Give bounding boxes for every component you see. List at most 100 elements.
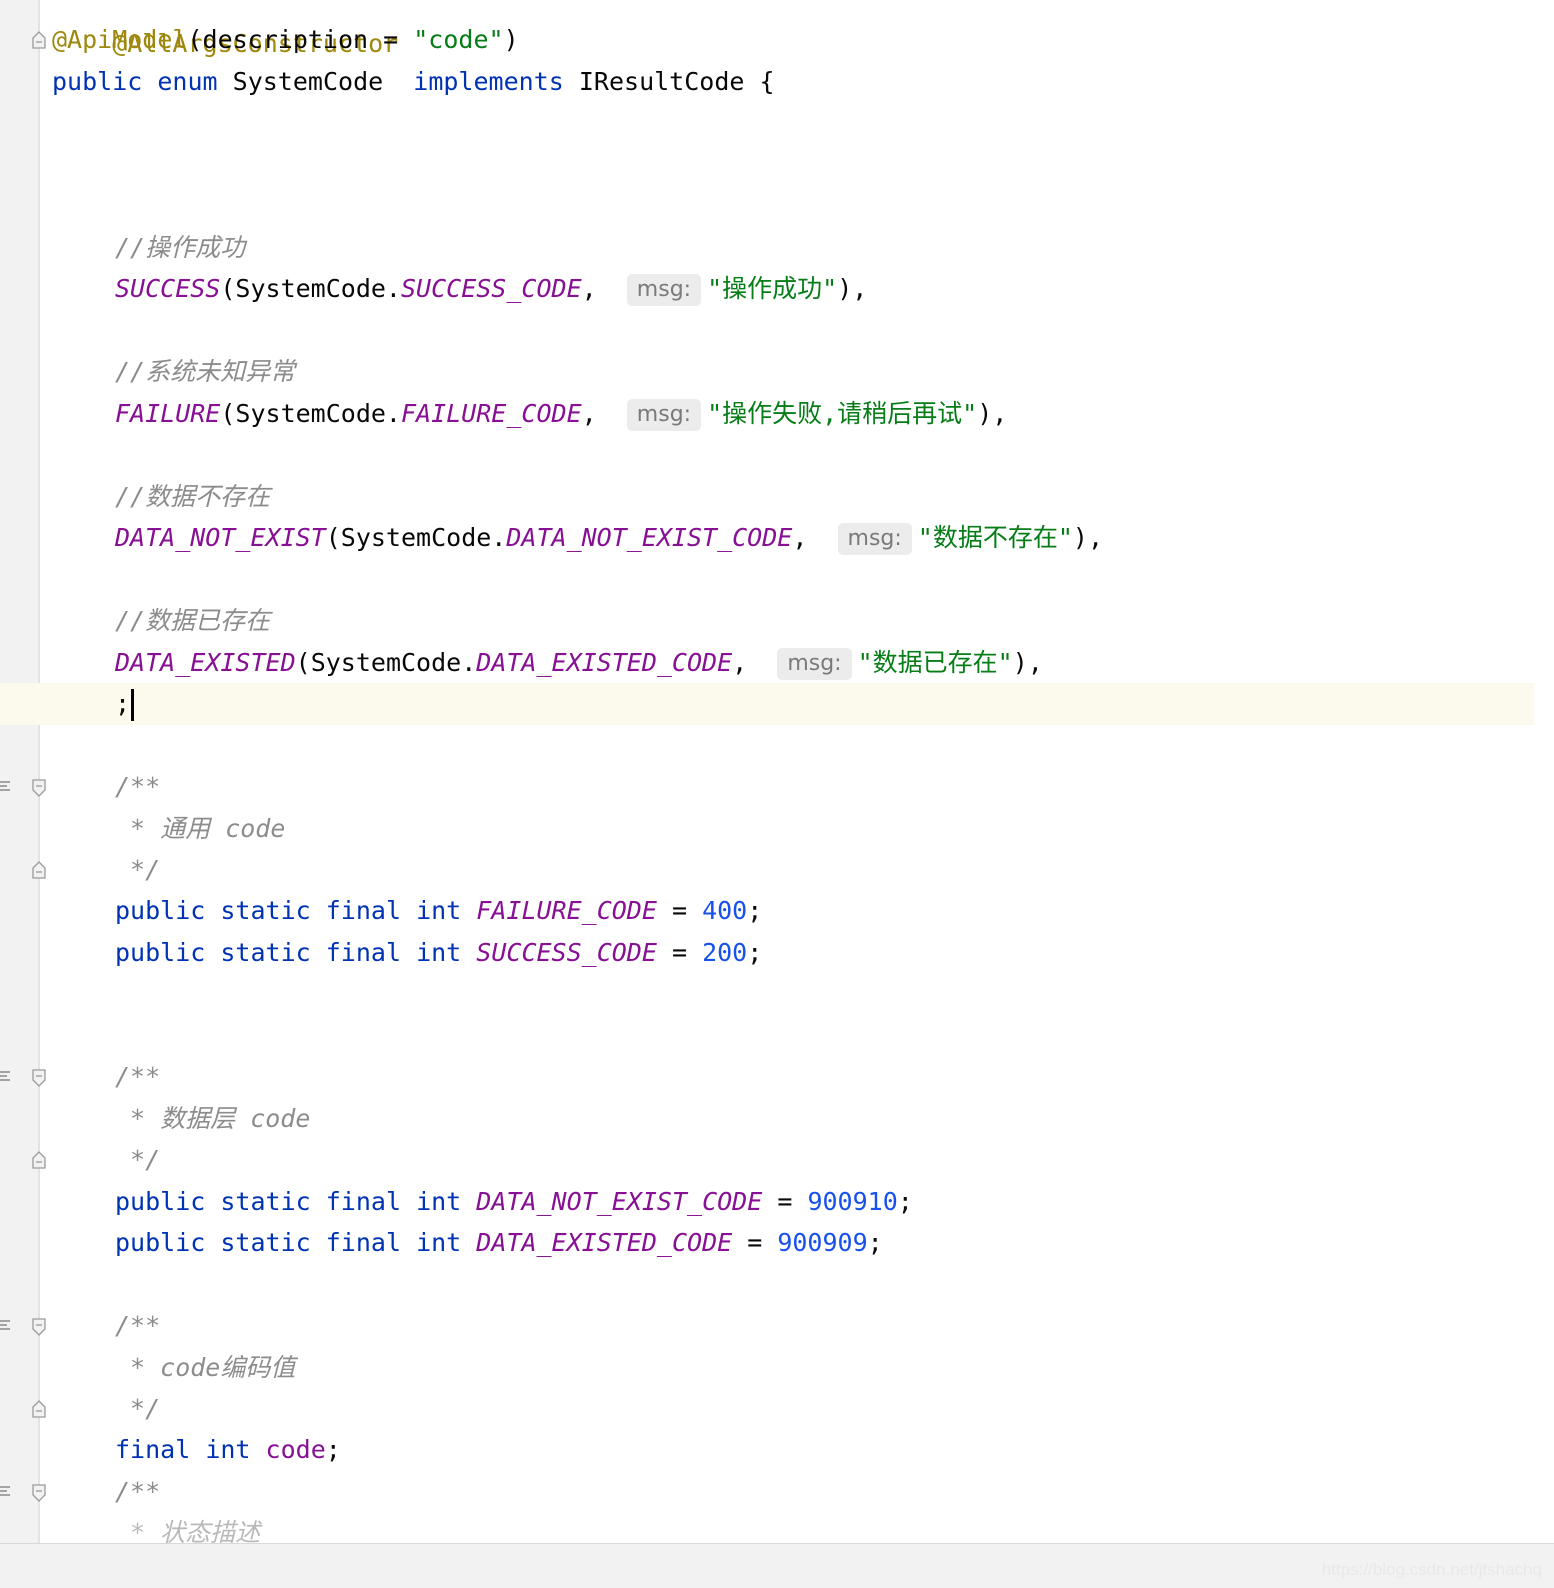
code-line-field: public static final int FAILURE_CODE = 4…: [115, 890, 762, 932]
enum-constant-name: DATA_NOT_EXIST: [115, 523, 326, 552]
doc-comment-close: */: [115, 1139, 160, 1181]
fold-start-icon[interactable]: [31, 1069, 47, 1087]
code-line-enum-terminator: ;: [115, 683, 135, 725]
code-line-enum-constant: DATA_EXISTED(SystemCode.DATA_EXISTED_COD…: [115, 642, 1043, 684]
keyword-final: final: [325, 896, 402, 925]
equals: =: [762, 1187, 808, 1216]
open-brace: {: [759, 67, 775, 96]
line-comment: //数据已存在: [115, 606, 271, 635]
keyword-int: int: [205, 1435, 251, 1464]
class-reference: SystemCode.: [235, 274, 401, 303]
code-line-comment: //系统未知异常: [115, 351, 295, 393]
enum-constant-name: DATA_EXISTED: [115, 648, 296, 677]
doc-comment-text: * 通用 code: [115, 808, 285, 850]
semicolon: ;: [867, 1228, 883, 1257]
code-reference: DATA_EXISTED_CODE: [476, 648, 733, 677]
text-caret: [131, 689, 135, 721]
doc-comment-text: * code编码值: [115, 1347, 295, 1389]
semicolon: ;: [747, 896, 763, 925]
keyword-int: int: [416, 938, 462, 967]
keyword-final: final: [325, 1228, 402, 1257]
code-line-enum-constant: FAILURE(SystemCode.FAILURE_CODE, msg: "操作…: [115, 393, 1007, 435]
keyword-int: int: [416, 1187, 462, 1216]
class-reference: SystemCode.: [235, 399, 401, 428]
field-name: DATA_NOT_EXIST_CODE: [476, 1187, 763, 1216]
code-reference: FAILURE_CODE: [401, 399, 582, 428]
keyword-static: static: [220, 938, 311, 967]
msg-string: "数据不存在": [917, 523, 1073, 552]
parameter-hint-msg: msg:: [777, 648, 852, 680]
code-line-field: public static final int DATA_NOT_EXIST_C…: [115, 1181, 913, 1223]
keyword-implements: implements: [413, 67, 564, 96]
code-editor[interactable]: @AllArgsConstructor @ApiModel(descriptio…: [0, 0, 1534, 1543]
parameter-hint-msg: msg:: [626, 399, 702, 431]
doc-comment-open: /**: [115, 1305, 160, 1347]
fold-start-icon[interactable]: [31, 779, 47, 797]
field-value: 400: [702, 896, 748, 925]
doc-open: /**: [115, 1311, 161, 1340]
doc-comment-open: /**: [115, 766, 160, 808]
code-line-apimodel-annotation: @ApiModel(description = "code"): [52, 19, 519, 61]
parameter-hint-msg: msg:: [626, 274, 702, 306]
keyword-int: int: [416, 1228, 462, 1257]
keyword-enum: enum: [157, 67, 218, 96]
render-doc-toggle-icon[interactable]: [0, 780, 12, 794]
enum-constant-name: FAILURE: [115, 399, 221, 428]
field-name: FAILURE_CODE: [476, 896, 657, 925]
keyword-public: public: [115, 938, 206, 967]
doc-comment-text: * 数据层 code: [115, 1098, 310, 1140]
keyword-final: final: [325, 938, 402, 967]
class-reference: SystemCode.: [310, 648, 477, 677]
field-value: 900909: [777, 1228, 868, 1257]
keyword-static: static: [220, 1228, 311, 1257]
semicolon: ;: [897, 1187, 913, 1216]
render-doc-toggle-icon[interactable]: [0, 1070, 12, 1084]
keyword-int: int: [416, 896, 462, 925]
fold-end-icon[interactable]: [31, 31, 47, 49]
keyword-public: public: [115, 1187, 206, 1216]
doc-comment-open: /**: [115, 1471, 160, 1513]
doc-comment-close: */: [115, 1388, 160, 1430]
close-paren: ): [503, 25, 519, 54]
doc-comment-open: /**: [115, 1056, 160, 1098]
keyword-static: static: [220, 896, 311, 925]
class-reference: SystemCode.: [340, 523, 507, 552]
field-value: 200: [702, 938, 748, 967]
msg-string: "数据已存在": [857, 648, 1013, 677]
fold-start-icon[interactable]: [31, 1484, 47, 1502]
semicolon: ;: [115, 689, 131, 718]
keyword-public: public: [115, 1228, 206, 1257]
keyword-final: final: [325, 1187, 402, 1216]
equals: =: [656, 896, 703, 925]
keyword-final: final: [115, 1435, 191, 1464]
arg-separator: ,: [732, 648, 763, 677]
interface-name: IResultCode: [578, 67, 745, 96]
doc-text: * 数据层 code: [115, 1104, 311, 1133]
semicolon: ;: [325, 1435, 341, 1464]
field-name: SUCCESS_CODE: [476, 938, 657, 967]
code-reference: DATA_NOT_EXIST_CODE: [506, 523, 793, 552]
current-line-highlight: [0, 683, 1534, 725]
annotation-apimodel: @ApiModel: [52, 25, 188, 54]
render-doc-toggle-icon[interactable]: [0, 1485, 12, 1499]
code-line-comment: //数据已存在: [115, 600, 270, 642]
code-line-field: public static final int SUCCESS_CODE = 2…: [115, 932, 762, 974]
doc-close: */: [115, 1394, 161, 1423]
fold-start-icon[interactable]: [31, 1318, 47, 1336]
doc-open: /**: [115, 1477, 161, 1506]
call-close: ),: [837, 274, 868, 303]
keyword-public: public: [115, 896, 206, 925]
line-comment: //操作成功: [115, 233, 246, 262]
doc-open: /**: [115, 772, 161, 801]
doc-comment-text-partial: * 状态描述: [115, 1512, 260, 1543]
field-value: 900910: [807, 1187, 898, 1216]
arg-separator: ,: [581, 399, 612, 428]
doc-text: * code编码值: [115, 1353, 296, 1382]
fold-end-icon[interactable]: [31, 1400, 47, 1418]
line-comment: //系统未知异常: [115, 357, 296, 386]
render-doc-toggle-icon[interactable]: [0, 1319, 12, 1333]
field-name: DATA_EXISTED_CODE: [476, 1228, 733, 1257]
fold-end-icon[interactable]: [31, 1151, 47, 1169]
code-line-field: public static final int DATA_EXISTED_COD…: [115, 1222, 883, 1264]
fold-end-icon[interactable]: [31, 861, 47, 879]
